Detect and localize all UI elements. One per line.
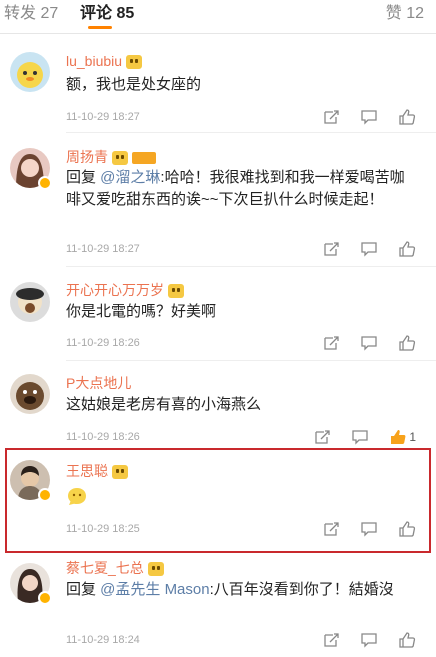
comment-icon[interactable]: [360, 334, 378, 352]
comment-text: 你是北電的嗎？好美啊: [66, 303, 217, 320]
avatar[interactable]: [10, 282, 50, 322]
repost-icon[interactable]: [322, 240, 340, 258]
divider: [0, 33, 436, 34]
like-count: 1: [409, 430, 416, 444]
like-icon[interactable]: [398, 334, 416, 352]
repost-icon[interactable]: [322, 108, 340, 126]
comment-actions: [322, 108, 416, 126]
repost-icon[interactable]: [322, 334, 340, 352]
repost-icon[interactable]: [322, 631, 340, 649]
emoji-badge-icon: [147, 562, 164, 577]
tab-likes[interactable]: 赞 12: [386, 4, 424, 24]
avatar[interactable]: [10, 52, 50, 92]
comment-time: 11-10-29 18:26: [66, 337, 140, 349]
repost-icon[interactable]: [313, 428, 331, 446]
comment-username[interactable]: 开心开心万万岁: [66, 281, 184, 299]
like-icon: [391, 430, 406, 444]
tab-repost[interactable]: 转发 27: [4, 4, 58, 24]
comment-text: 回复 @溜之琳:哈哈！我很难找到和我一样爱喝苦咖啡又爱吃甜东西的诶~~下次巨扒什…: [66, 169, 405, 208]
comment-item: 周扬青 回复 @溜之琳:哈哈！我很难找到和我一样爱喝苦咖啡又爱吃甜东西的诶~~下…: [0, 134, 436, 268]
comment-username[interactable]: lu_biubiu: [66, 52, 143, 70]
verified-badge-icon: [38, 176, 52, 190]
avatar[interactable]: [10, 374, 50, 414]
verified-badge-icon: [38, 591, 52, 605]
comment-icon[interactable]: [351, 428, 369, 446]
divider: [66, 132, 436, 133]
comment-actions: [322, 334, 416, 352]
like-icon[interactable]: [398, 240, 416, 258]
like-button[interactable]: 1: [389, 428, 416, 446]
comment-text: 额，我也是处女座的: [66, 76, 202, 93]
comment-item: P大点地儿 这姑娘是老房有喜的小海燕么 11-10-29 18:26 1: [0, 362, 436, 448]
comment-actions: 1: [313, 428, 416, 446]
comment-item: 蔡七夏_七总 回复 @孟先生 Mason:八百年沒看到你了！結婚沒 11-10-…: [0, 553, 436, 657]
divider: [66, 266, 436, 267]
comment-actions: [322, 240, 416, 258]
active-tab-indicator: [88, 26, 112, 29]
fan-badge-icon: [132, 152, 156, 165]
comment-actions: [322, 631, 416, 649]
divider: [66, 360, 436, 361]
comment-username[interactable]: 蔡七夏_七总: [66, 559, 164, 577]
comment-text: 回复 @孟先生 Mason:八百年沒看到你了！結婚沒: [66, 581, 394, 598]
comment-icon[interactable]: [360, 240, 378, 258]
comment-time: 11-10-29 18:26: [66, 431, 140, 443]
emoji-badge-icon: [112, 151, 128, 166]
comment-item: lu_biubiu 额，我也是处女座的 11-10-29 18:27: [0, 38, 436, 134]
comment-icon[interactable]: [360, 108, 378, 126]
mention-link[interactable]: @溜之琳: [100, 169, 160, 186]
like-icon[interactable]: [398, 108, 416, 126]
comment-text: 这姑娘是老房有喜的小海燕么: [66, 396, 262, 413]
emoji-badge-icon: [168, 284, 184, 299]
comment-time: 11-10-29 18:27: [66, 243, 140, 255]
comment-time: 11-10-29 18:24: [66, 634, 140, 646]
comment-username[interactable]: 周扬青: [66, 148, 156, 166]
highlight-box: [5, 448, 431, 553]
emoji-badge-icon: [126, 55, 143, 70]
comment-item: 开心开心万万岁 你是北電的嗎？好美啊 11-10-29 18:26: [0, 268, 436, 362]
comment-time: 11-10-29 18:27: [66, 111, 140, 123]
like-icon[interactable]: [398, 631, 416, 649]
tab-comments[interactable]: 评论 85: [80, 4, 134, 24]
comment-username[interactable]: P大点地儿: [66, 374, 131, 392]
comment-icon[interactable]: [360, 631, 378, 649]
comment-tabs: 转发 27 评论 85 赞 12: [0, 0, 436, 32]
mention-link[interactable]: @孟先生 Mason: [100, 581, 209, 598]
